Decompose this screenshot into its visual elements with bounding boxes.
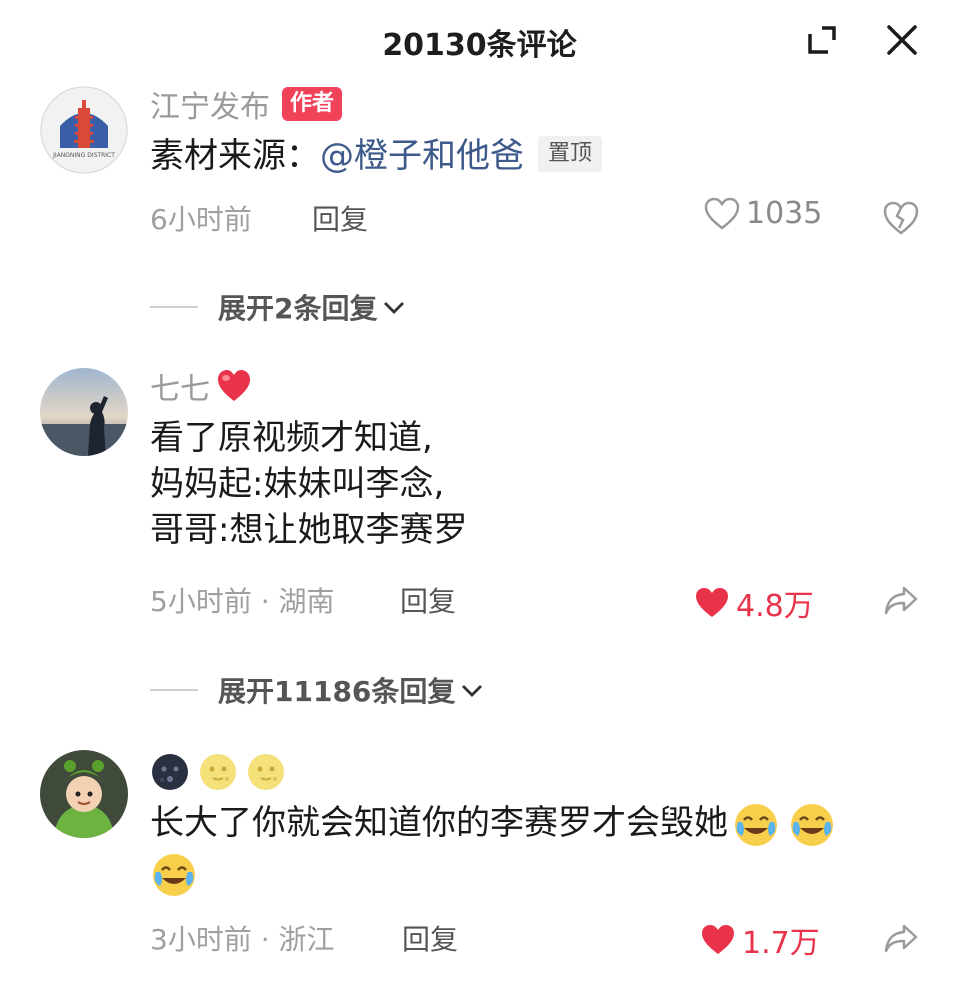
timestamp: 3小时前 · 浙江 xyxy=(150,923,335,956)
pinned-badge: 置顶 xyxy=(538,135,603,172)
full-moon-face-emoji xyxy=(246,752,286,792)
comment-meta: 3小时前 · 浙江 xyxy=(150,918,335,958)
divider-line xyxy=(150,689,198,691)
like-count: 1035 xyxy=(746,196,823,231)
like-button[interactable]: 1.7万 xyxy=(700,918,820,962)
red-heart-emoji xyxy=(216,368,252,404)
like-button[interactable]: 1035 xyxy=(704,196,822,231)
expand-replies-label: 展开2条回复 xyxy=(218,292,378,325)
comment-text-emoji-line xyxy=(150,852,198,898)
dislike-heart-icon[interactable] xyxy=(882,200,920,236)
full-moon-face-emoji xyxy=(198,752,238,792)
divider-line xyxy=(150,306,198,308)
username[interactable]: 江宁发布 xyxy=(150,82,270,126)
heart-filled-icon xyxy=(702,925,734,954)
comment-meta: 6小时前 xyxy=(150,198,252,238)
reply-button[interactable]: 回复 xyxy=(402,918,458,958)
name-row: 江宁发布 作者 xyxy=(150,82,343,126)
expand-replies-button[interactable]: 展开11186条回复 xyxy=(150,670,485,710)
new-moon-face-emoji xyxy=(150,752,190,792)
avatar[interactable]: JIANGNING DISTRICT xyxy=(40,86,128,174)
collapse-icon[interactable] xyxy=(802,20,842,60)
reply-button[interactable]: 回复 xyxy=(400,580,456,620)
comment-text-main: 长大了你就会知道你的李赛罗才会毁她 xyxy=(150,803,728,843)
comment-line: 看了原视频才知道, xyxy=(150,418,433,458)
comment-meta: 5小时前 · 湖南 xyxy=(150,580,335,620)
comment-text: 看了原视频才知道, 妈妈起:妹妹叫李念, 哥哥:想让她取李赛罗 xyxy=(150,415,467,553)
chevron-down-icon xyxy=(462,685,483,697)
like-count: 4.8万 xyxy=(736,589,814,624)
username[interactable]: 七七 xyxy=(150,364,210,408)
comment-line: 妈妈起:妹妹叫李念, xyxy=(150,464,445,504)
comments-header: 20130条评论 xyxy=(0,0,959,80)
name-row xyxy=(150,750,286,794)
avatar-logo-text: JIANGNING DISTRICT xyxy=(52,152,115,159)
reply-button[interactable]: 回复 xyxy=(312,198,368,238)
comment-line: 哥哥:想让她取李赛罗 xyxy=(150,510,468,550)
name-row: 七七 xyxy=(150,364,252,408)
heart-filled-icon xyxy=(696,588,728,617)
crying-laughing-emoji xyxy=(150,852,198,898)
like-count: 1.7万 xyxy=(742,926,820,961)
expand-replies-label: 展开11186条回复 xyxy=(218,675,456,708)
crying-laughing-emoji xyxy=(732,802,780,848)
share-arrow-icon[interactable] xyxy=(882,582,920,618)
mention-link[interactable]: @橙子和他爸 xyxy=(320,136,524,176)
timestamp: 6小时前 xyxy=(150,203,252,236)
comment-text: 长大了你就会知道你的李赛罗才会毁她 xyxy=(150,800,910,848)
comment-text-prefix: 素材来源： xyxy=(150,136,320,176)
avatar[interactable] xyxy=(40,368,128,456)
heart-outline-icon xyxy=(704,197,740,230)
timestamp: 5小时前 · 湖南 xyxy=(150,585,335,618)
close-icon[interactable] xyxy=(882,20,922,60)
expand-replies-button[interactable]: 展开2条回复 xyxy=(150,287,407,327)
share-arrow-icon[interactable] xyxy=(882,920,920,956)
chevron-down-icon xyxy=(384,302,405,314)
crying-laughing-emoji xyxy=(788,802,836,848)
comment-text: 素材来源：@橙子和他爸 置顶 xyxy=(150,133,603,179)
like-button[interactable]: 4.8万 xyxy=(694,581,814,625)
avatar[interactable] xyxy=(40,750,128,838)
author-badge: 作者 xyxy=(282,87,343,121)
